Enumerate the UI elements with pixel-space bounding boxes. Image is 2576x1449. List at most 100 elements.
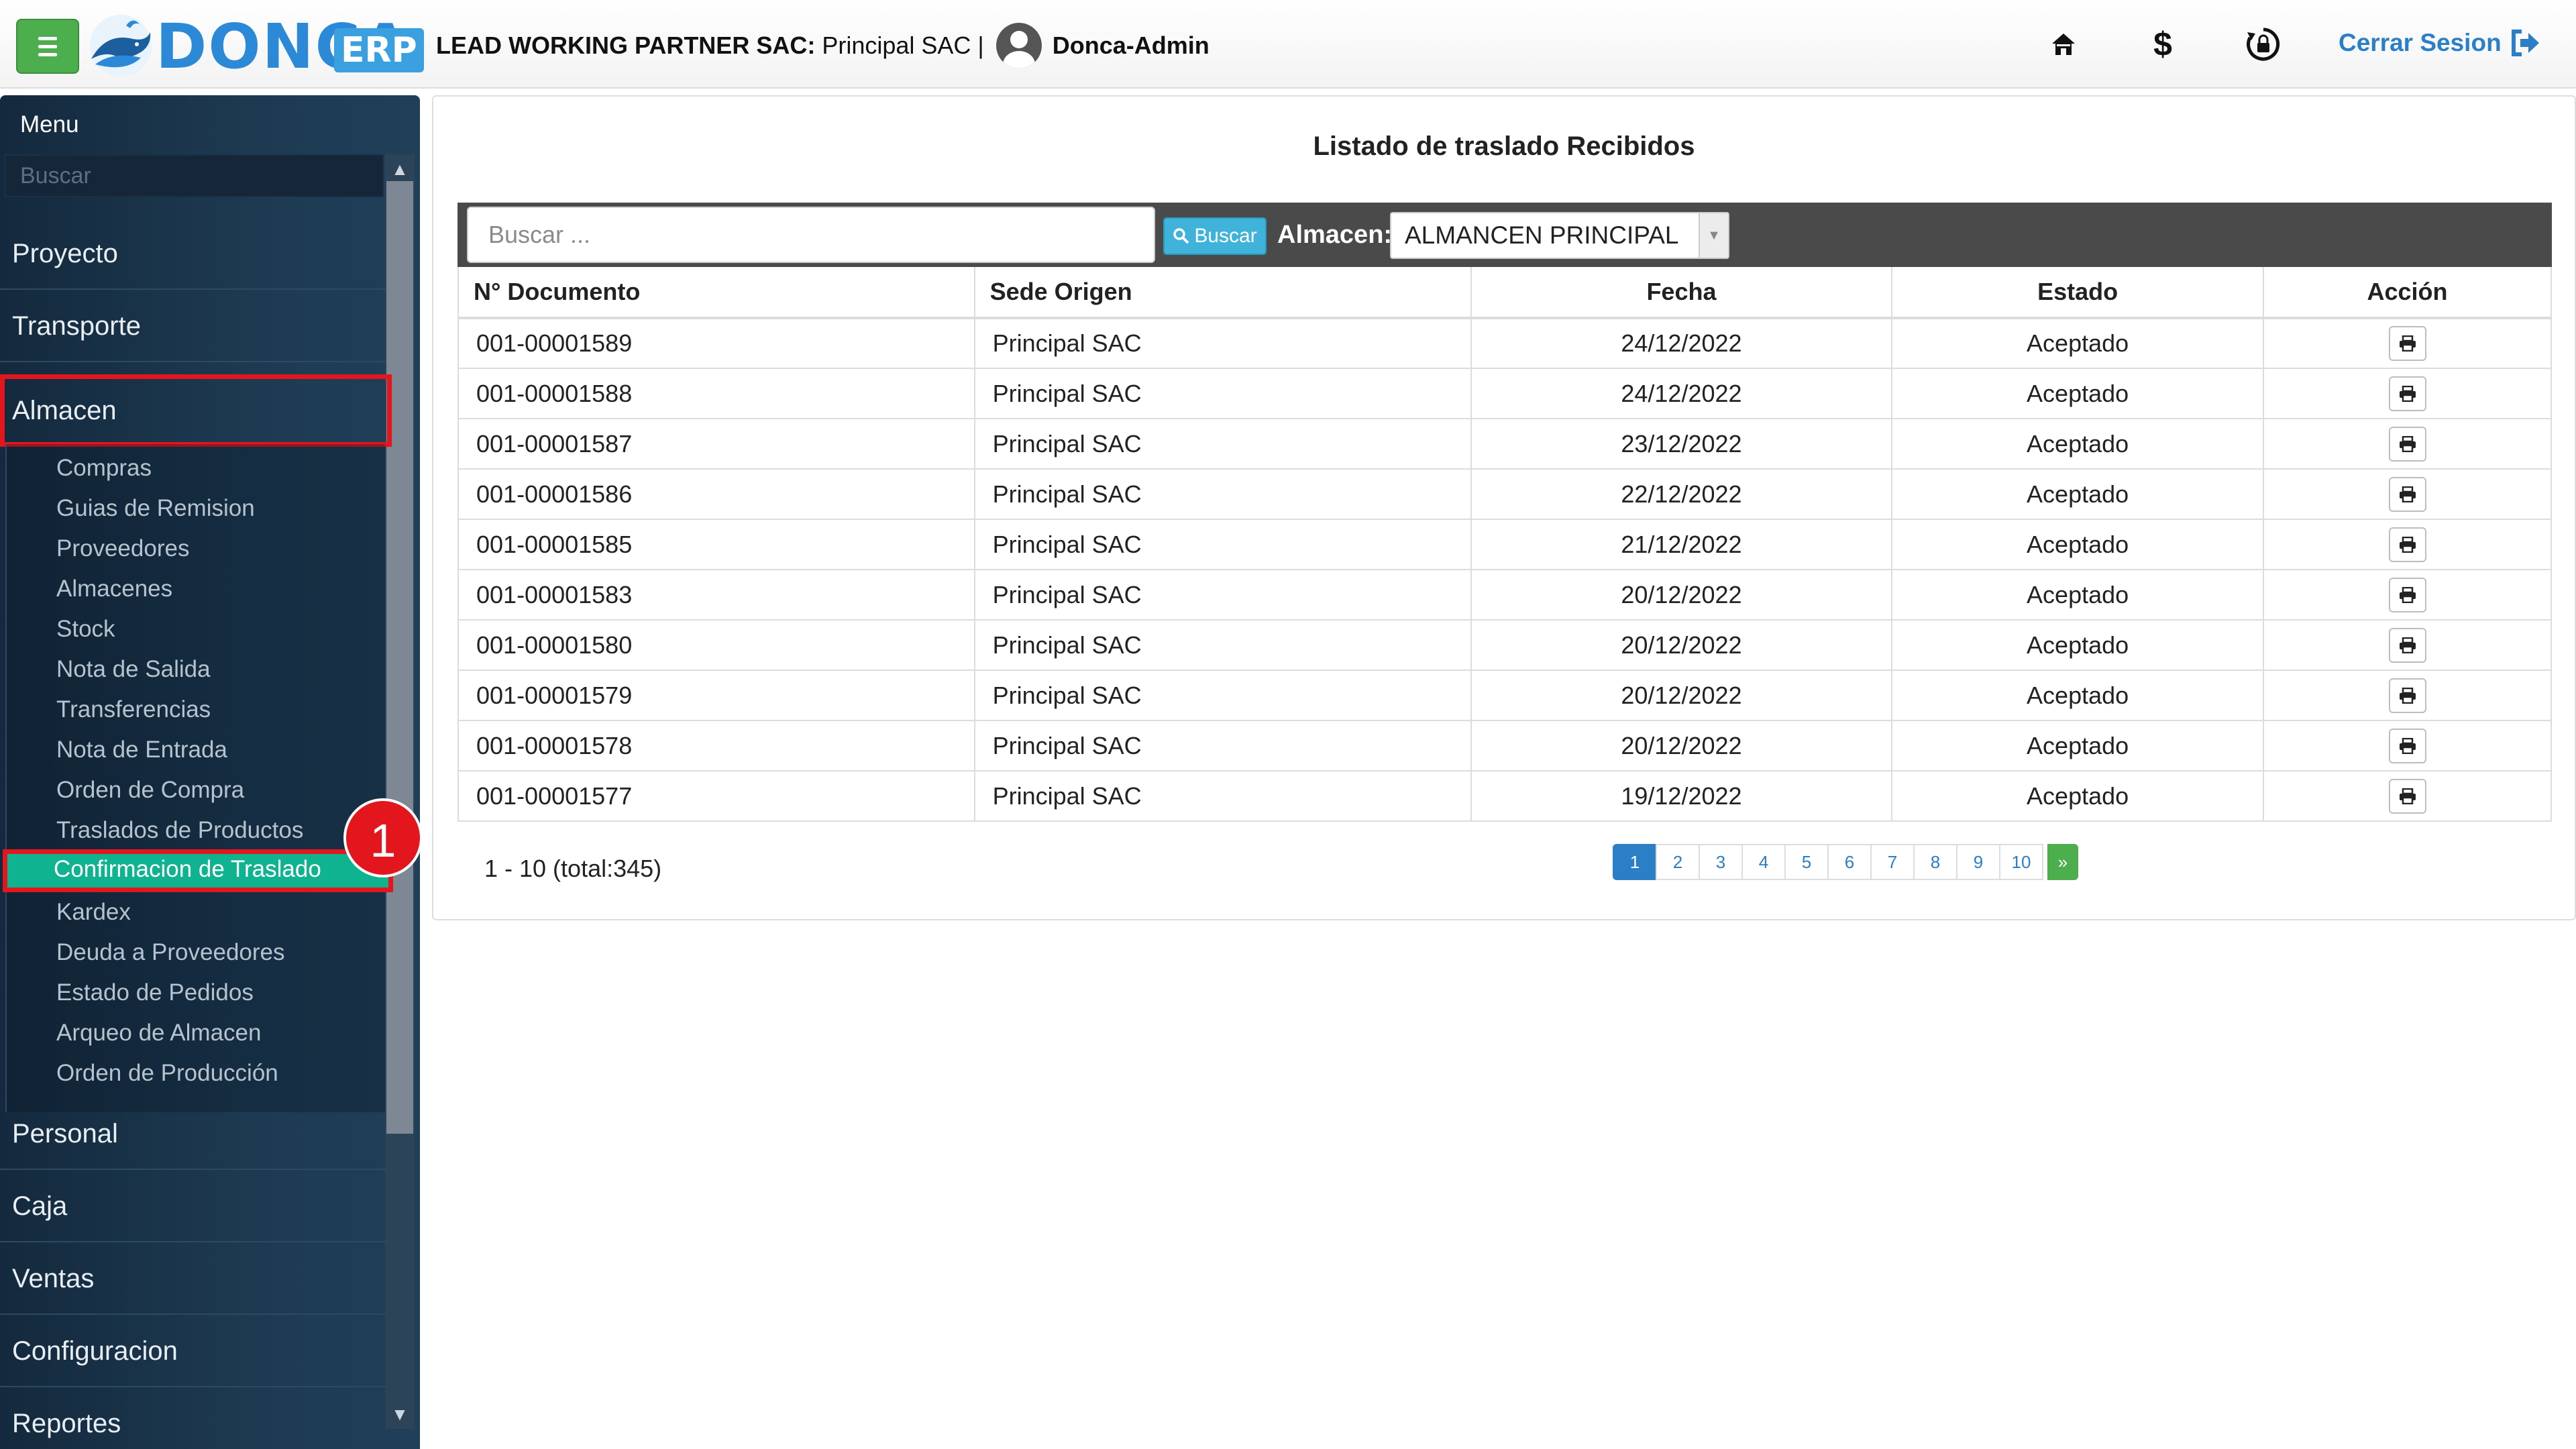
user-name: Donca-Admin <box>1052 32 1210 59</box>
table-cell: Principal SAC <box>974 469 1472 520</box>
logo-badge: ERP <box>334 28 424 72</box>
table-cell: 001-00001583 <box>458 570 975 621</box>
action-cell <box>2263 469 2552 520</box>
table-cell: Principal SAC <box>974 419 1472 470</box>
sidebar-item-reportes[interactable]: Reportes <box>0 1387 386 1449</box>
submenu-item-deuda-a-proveedores[interactable]: Deuda a Proveedores <box>5 932 385 973</box>
page-4-button[interactable]: 4 <box>1741 844 1786 880</box>
submenu-item-stock[interactable]: Stock <box>5 609 385 649</box>
sidebar-item-proyecto[interactable]: Proyecto <box>0 217 386 290</box>
submenu-item-guias-de-remision[interactable]: Guias de Remision <box>5 488 385 529</box>
print-icon[interactable] <box>2388 376 2426 411</box>
table-row[interactable]: 001-00001586 Principal SAC 22/12/2022 Acept… <box>458 469 2552 520</box>
search-button[interactable]: Buscar <box>1163 217 1267 255</box>
print-icon[interactable] <box>2388 627 2426 663</box>
table-cell: 20/12/2022 <box>1470 620 1893 671</box>
table-cell: Aceptado <box>1892 368 2265 419</box>
column-header[interactable]: Fecha <box>1470 267 1893 319</box>
table-cell: 19/12/2022 <box>1470 771 1893 822</box>
print-icon[interactable] <box>2388 426 2426 462</box>
print-icon[interactable] <box>2388 678 2426 713</box>
table-row[interactable]: 001-00001579 Principal SAC 20/12/2022 Acept… <box>458 670 2552 721</box>
search-button-label: Buscar <box>1194 225 1257 247</box>
sidebar-item-caja[interactable]: Caja <box>0 1170 386 1242</box>
submenu-item-compras[interactable]: Compras <box>5 448 385 488</box>
table-cell: Aceptado <box>1892 419 2265 470</box>
sidebar-item-almacen[interactable]: Almacen <box>0 374 392 447</box>
table-cell: 001-00001587 <box>458 419 975 470</box>
scroll-down-icon[interactable]: ▼ <box>385 1401 415 1428</box>
submenu-item-confirmacion-de-traslado[interactable]: Confirmacion de Traslado <box>3 849 393 892</box>
dollar-icon[interactable]: $ <box>2141 23 2184 66</box>
page-3-button[interactable]: 3 <box>1699 844 1743 880</box>
table-cell: Aceptado <box>1892 620 2265 671</box>
table-row[interactable]: 001-00001580 Principal SAC 20/12/2022 Acept… <box>458 620 2552 671</box>
submenu-item-transferencias[interactable]: Transferencias <box>5 690 385 730</box>
submenu-item-arqueo-de-almacen[interactable]: Arqueo de Almacen <box>5 1013 385 1053</box>
column-header[interactable]: N° Documento <box>458 267 975 319</box>
scroll-up-icon[interactable]: ▲ <box>385 156 415 182</box>
table-row[interactable]: 001-00001589 Principal SAC 24/12/2022 Acept… <box>458 318 2552 369</box>
table-row[interactable]: 001-00001583 Principal SAC 20/12/2022 Acept… <box>458 570 2552 621</box>
table-row[interactable]: 001-00001587 Principal SAC 23/12/2022 Acept… <box>458 419 2552 470</box>
column-header[interactable]: Sede Origen <box>974 267 1472 319</box>
submenu-item-proveedores[interactable]: Proveedores <box>5 529 385 569</box>
submenu-item-estado-de-pedidos[interactable]: Estado de Pedidos <box>5 973 385 1013</box>
almacen-select[interactable]: ALMANCEN PRINCIPAL ▼ <box>1390 212 1729 259</box>
table-cell: 001-00001585 <box>458 519 975 570</box>
table-cell: Principal SAC <box>974 368 1472 419</box>
page-9-button[interactable]: 9 <box>1956 844 2000 880</box>
print-icon[interactable] <box>2388 577 2426 612</box>
lock-refresh-icon[interactable] <box>2242 23 2285 66</box>
action-cell <box>2263 620 2552 671</box>
submenu-item-orden-de-compra[interactable]: Orden de Compra <box>5 770 385 810</box>
page-6-button[interactable]: 6 <box>1827 844 1872 880</box>
home-icon[interactable] <box>2042 23 2085 66</box>
table-cell: Aceptado <box>1892 771 2265 822</box>
table-row[interactable]: 001-00001585 Principal SAC 21/12/2022 Acept… <box>458 519 2552 570</box>
table-cell: Principal SAC <box>974 720 1472 771</box>
print-icon[interactable] <box>2388 728 2426 763</box>
sidebar-search-input[interactable]: Buscar <box>4 154 384 197</box>
page-title: Listado de traslado Recibidos <box>1313 131 1695 161</box>
app-logo[interactable]: DONCA ERP <box>86 8 424 82</box>
submenu-item-kardex[interactable]: Kardex <box>5 892 385 932</box>
page-8-button[interactable]: 8 <box>1913 844 1957 880</box>
table-body: 001-00001589 Principal SAC 24/12/2022 Acept… <box>458 318 2552 822</box>
almacen-select-value: ALMANCEN PRINCIPAL <box>1405 221 1679 249</box>
sidebar-item-configuracion[interactable]: Configuracion <box>0 1315 386 1387</box>
column-header[interactable]: Estado <box>1892 267 2265 319</box>
sidebar-item-personal[interactable]: Personal <box>0 1097 386 1170</box>
step-badge: 1 <box>343 798 423 877</box>
logout-button[interactable]: Cerrar Sesion <box>2339 24 2540 62</box>
table-row[interactable]: 001-00001588 Principal SAC 24/12/2022 Acept… <box>458 368 2552 419</box>
table-cell: 20/12/2022 <box>1470 720 1893 771</box>
sidebar-item-ventas[interactable]: Ventas <box>0 1242 386 1315</box>
submenu-item-nota-de-entrada[interactable]: Nota de Entrada <box>5 730 385 770</box>
submenu-item-nota-de-salida[interactable]: Nota de Salida <box>5 649 385 690</box>
page-1-button[interactable]: 1 <box>1613 844 1657 880</box>
table-cell: 22/12/2022 <box>1470 469 1893 520</box>
table-row[interactable]: 001-00001578 Principal SAC 20/12/2022 Acept… <box>458 720 2552 771</box>
menu-toggle-button[interactable] <box>16 19 79 74</box>
table-cell: 001-00001588 <box>458 368 975 419</box>
table-cell: 24/12/2022 <box>1470 318 1893 369</box>
page-2-button[interactable]: 2 <box>1656 844 1700 880</box>
print-icon[interactable] <box>2388 476 2426 512</box>
page-5-button[interactable]: 5 <box>1784 844 1829 880</box>
print-icon[interactable] <box>2388 778 2426 814</box>
sidebar-scrollbar-thumb[interactable] <box>386 181 413 1134</box>
submenu-item-almacenes[interactable]: Almacenes <box>5 569 385 609</box>
print-icon[interactable] <box>2388 527 2426 562</box>
print-icon[interactable] <box>2388 326 2426 361</box>
sidebar-item-transporte[interactable]: Transporte <box>0 290 386 362</box>
search-input[interactable]: Buscar ... <box>467 207 1155 263</box>
submenu-item-traslados-de-productos[interactable]: Traslados de Productos <box>5 810 385 851</box>
table-row[interactable]: 001-00001577 Principal SAC 19/12/2022 Acept… <box>458 771 2552 822</box>
company-name: LEAD WORKING PARTNER SAC: <box>436 32 816 59</box>
table-cell: 001-00001578 <box>458 720 975 771</box>
submenu-item-orden-de-produccion[interactable]: Orden de Producción <box>5 1053 385 1093</box>
page-7-button[interactable]: 7 <box>1870 844 1915 880</box>
next-page-button[interactable]: » <box>2047 844 2078 880</box>
page-10-button[interactable]: 10 <box>1999 844 2043 880</box>
